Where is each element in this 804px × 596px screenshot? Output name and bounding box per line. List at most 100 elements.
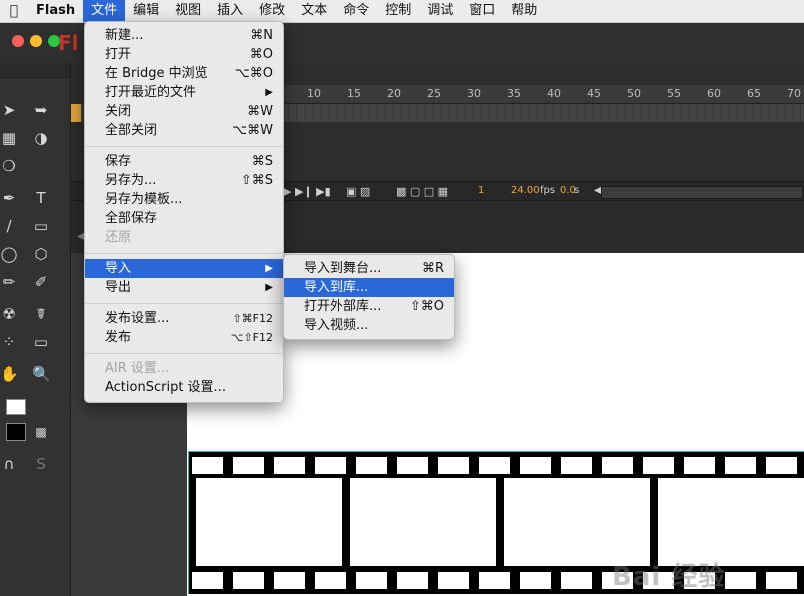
film-frame [196, 478, 342, 566]
menu-edit[interactable]: 编辑 [125, 0, 167, 22]
menu-modify[interactable]: 修改 [251, 0, 293, 22]
sprocket-hole [356, 457, 387, 474]
film-frame [350, 478, 496, 566]
sprocket-hole [643, 457, 674, 474]
line-tool-icon[interactable]: ∕ [0, 217, 18, 235]
menu-separator [85, 146, 283, 147]
menu-item-export[interactable]: 导出 ▶ [85, 278, 283, 297]
rectangle-tool-icon[interactable]: ▭ [32, 217, 50, 235]
frame-rate[interactable]: 24.00 [511, 185, 540, 196]
film-frame [658, 478, 804, 566]
polystar-tool-icon[interactable]: ⬡ [32, 245, 50, 263]
menu-item-open-recent[interactable]: 打开最近的文件 ▶ [85, 83, 283, 102]
menu-item-save-as-template[interactable]: 另存为模板... [85, 190, 283, 209]
pen-tool-icon[interactable]: ✒ [0, 189, 18, 207]
ruler-tick: 60 [707, 87, 721, 100]
menu-commands[interactable]: 命令 [335, 0, 377, 22]
current-frame[interactable]: 1 [478, 185, 484, 196]
sprocket-hole [684, 457, 715, 474]
menu-flash[interactable]: Flash [28, 0, 83, 22]
sprocket-hole [561, 457, 592, 474]
menu-item-publish[interactable]: 发布 ⌥⇧F12 [85, 328, 283, 347]
menu-separator [85, 253, 283, 254]
menu-item-import-to-stage[interactable]: 导入到舞台... ⌘R [284, 259, 454, 278]
menu-item-open[interactable]: 打开 ⌘O [85, 45, 283, 64]
selection-tool-icon[interactable]: ➤ [0, 101, 18, 119]
menu-item-publish-settings[interactable]: 发布设置... ⇧⌘F12 [85, 309, 283, 328]
file-menu: 新建... ⌘N 打开 ⌘O 在 Bridge 中浏览 ⌥⌘O 打开最近的文件 ▶ 关闭… [84, 21, 284, 403]
hand-tool-icon[interactable]: ✋ [0, 365, 19, 383]
sprocket-hole [438, 572, 469, 589]
menu-item-import[interactable]: 导入 ▶ [85, 259, 283, 278]
onion-skin-icons[interactable]: ▣ ▨ [346, 185, 370, 198]
film-frame [504, 478, 650, 566]
swap-colors-icon[interactable]: ▩ [32, 423, 50, 441]
baidu-watermark: Bai 经验 [612, 562, 726, 592]
menu-item-close[interactable]: 关闭 ⌘W [85, 102, 283, 121]
paint-bucket-tool-icon[interactable]: ☢ [0, 305, 18, 323]
subselection-tool-icon[interactable]: ➥ [32, 101, 50, 119]
stroke-color-swatch[interactable] [6, 399, 26, 415]
eraser-tool-icon[interactable]: ▭ [32, 333, 50, 351]
playback-controls-icon[interactable]: ▶ ▶❙ ▶▮ [283, 185, 331, 198]
ruler-tick: 55 [667, 87, 681, 100]
menu-item-new[interactable]: 新建... ⌘N [85, 26, 283, 45]
menu-item-save[interactable]: 保存 ⌘S [85, 152, 283, 171]
fill-color-swatch[interactable] [6, 423, 26, 441]
snap-magnet-icon[interactable]: ∩ [0, 455, 18, 473]
timeline-scrollbar[interactable] [601, 186, 803, 199]
brush-tool-icon[interactable]: ✐ [32, 273, 50, 291]
3d-rotation-tool-icon[interactable]: ◑ [32, 129, 50, 147]
sprocket-hole [397, 457, 428, 474]
ruler-tick: 10 [307, 87, 321, 100]
menu-help[interactable]: 帮助 [503, 0, 545, 22]
sprocket-hole [766, 457, 797, 474]
import-submenu: 导入到舞台... ⌘R 导入到库... 打开外部库... ⇧⌘O 导入视频... [283, 254, 455, 340]
lasso-tool-icon[interactable]: ❍ [0, 157, 18, 175]
timeline-frames[interactable] [281, 104, 804, 122]
menu-item-import-video[interactable]: 导入视频... [284, 316, 454, 335]
eyedropper-tool-icon[interactable]: ⁘ [0, 333, 18, 351]
menu-item-save-all[interactable]: 全部保存 [85, 209, 283, 228]
menu-view[interactable]: 视图 [167, 0, 209, 22]
zoom-tool-icon[interactable]: 🔍 [32, 365, 51, 383]
close-window-button[interactable] [12, 35, 24, 47]
menu-text[interactable]: 文本 [293, 0, 335, 22]
sprocket-hole [274, 457, 305, 474]
layer-color-marker [71, 104, 81, 122]
menu-item-actionscript-settings[interactable]: ActionScript 设置... [85, 378, 283, 397]
sprocket-hole [397, 572, 428, 589]
free-transform-tool-icon[interactable]: ▦ [0, 129, 18, 147]
menu-control[interactable]: 控制 [377, 0, 419, 22]
menu-item-air-settings: AIR 设置... [105, 361, 170, 376]
menu-item-browse-bridge[interactable]: 在 Bridge 中浏览 ⌥⌘O [85, 64, 283, 83]
menu-item-close-all[interactable]: 全部关闭 ⌥⌘W [85, 121, 283, 140]
minimize-window-button[interactable] [30, 35, 42, 47]
menu-separator [85, 353, 283, 354]
menubar:  Flash 文件 编辑 视图 插入 修改 文本 命令 控制 调试 窗口 帮助 [0, 0, 804, 23]
menu-item-save-as[interactable]: 另存为... ⇧⌘S [85, 171, 283, 190]
sprocket-hole [274, 572, 305, 589]
menu-window[interactable]: 窗口 [461, 0, 503, 22]
menu-debug[interactable]: 调试 [419, 0, 461, 22]
menu-item-import-to-library[interactable]: 导入到库... [284, 278, 454, 297]
ruler-tick: 65 [747, 87, 761, 100]
oval-tool-icon[interactable]: ◯ [0, 245, 18, 263]
timeline-ruler[interactable]: 10 15 20 25 30 35 40 45 50 55 60 65 70 [281, 85, 804, 104]
ink-bottle-tool-icon[interactable]: ☤ [32, 305, 50, 323]
sprocket-hole [561, 572, 592, 589]
menu-insert[interactable]: 插入 [209, 0, 251, 22]
sprocket-hole [479, 572, 510, 589]
text-tool-icon[interactable]: T [32, 189, 50, 207]
menu-file[interactable]: 文件 [83, 0, 126, 22]
apple-icon[interactable]:  [0, 3, 28, 19]
edit-frames-icons[interactable]: ▩ ▢ □ ▦ [396, 185, 448, 198]
flash-logo: Fl [58, 31, 79, 55]
sprocket-hole [438, 457, 469, 474]
frame-rate-unit: fps [540, 185, 556, 196]
smooth-icon[interactable]: S [32, 455, 50, 473]
sprocket-hole [315, 457, 346, 474]
pencil-tool-icon[interactable]: ✏ [0, 273, 18, 291]
menu-item-open-external-library[interactable]: 打开外部库... ⇧⌘O [284, 297, 454, 316]
ruler-tick: 25 [427, 87, 441, 100]
